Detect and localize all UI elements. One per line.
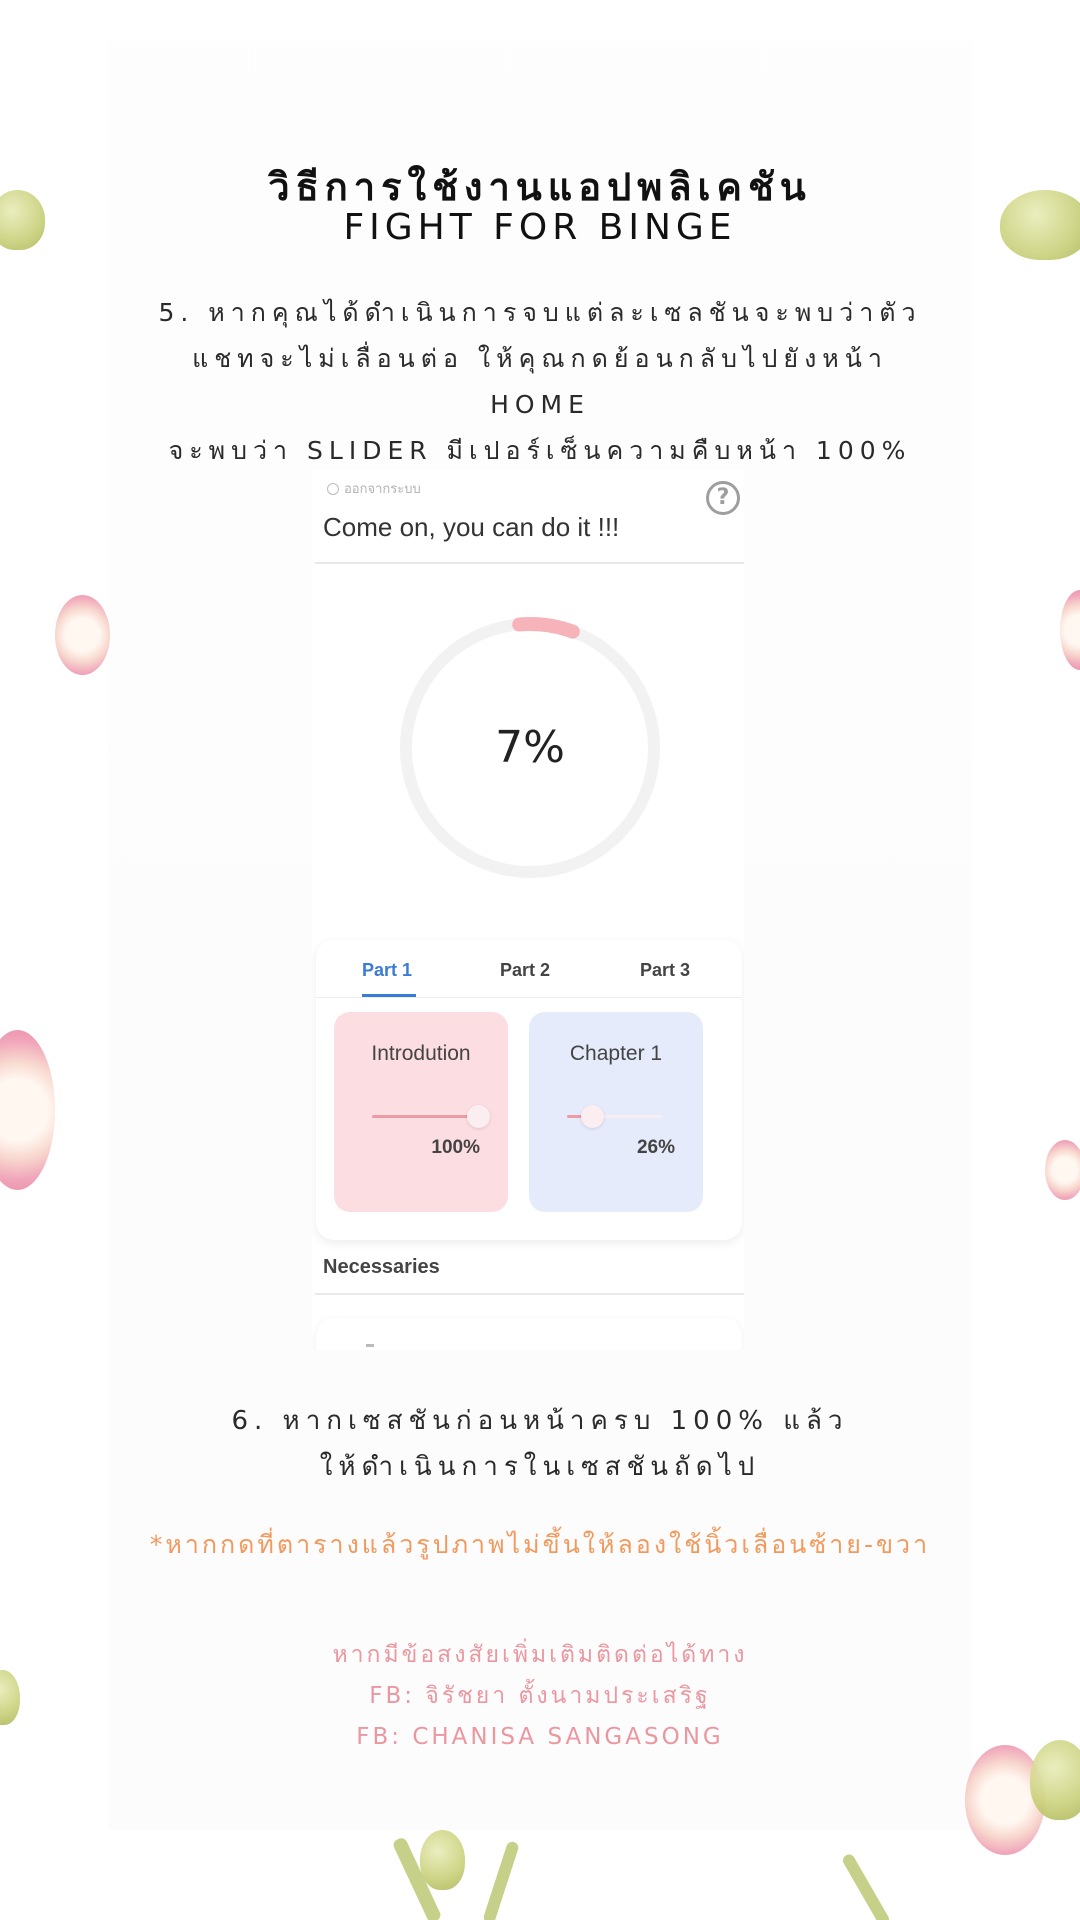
- session-tile-introduction[interactable]: Introdution 100%: [334, 1012, 508, 1212]
- carnation-decoration: [0, 1030, 55, 1190]
- session-percent: 26%: [636, 1137, 675, 1158]
- session-percent: 100%: [431, 1137, 480, 1158]
- instruction-line: ให้ดำเนินการในเซสชันถัดไป: [319, 1452, 761, 1482]
- contact-line: FB: CHANISA SANGASONG: [356, 1724, 724, 1750]
- help-button[interactable]: ?: [706, 481, 740, 515]
- active-tab-indicator: [362, 994, 416, 997]
- instruction-line: 6. หากเซสชันก่อนหน้าครบ 100% แล้ว: [231, 1406, 849, 1436]
- carnation-decoration: [55, 595, 110, 675]
- progress-slider-knob[interactable]: [580, 1105, 604, 1128]
- logout-label: ออกจากระบบ: [344, 482, 421, 497]
- contact-line: หากมีข้อสงสัยเพิ่มเติมติดต่อได้ทาง: [332, 1642, 748, 1668]
- overall-progress-ring: 7%: [397, 615, 663, 881]
- logout-link[interactable]: ออกจากระบบ: [327, 478, 421, 499]
- parts-card: Part 1 Part 2 Part 3 Introdution 100% Ch…: [316, 940, 742, 1240]
- instruction-line: แชทจะไม่เลื่อนต่อ ให้คุณกดย้อนกลับไปยังห…: [192, 344, 888, 373]
- progress-slider-track: [372, 1115, 478, 1118]
- progress-slider-knob[interactable]: [467, 1105, 490, 1128]
- part-tabs: Part 1 Part 2 Part 3: [316, 940, 742, 998]
- divider: [315, 562, 744, 564]
- app-screenshot: ออกจากระบบ ? Come on, you can do it !!! …: [312, 470, 744, 1350]
- instruction-line: 5. หากคุณได้ดำเนินการจบแต่ละเซลชันจะพบว่…: [158, 298, 922, 327]
- contact-line: FB: จิรัชยา ตั้งนามประเสริฐ: [369, 1683, 711, 1709]
- instruction-line: HOME: [490, 390, 590, 419]
- session-name: Introdution: [371, 1042, 471, 1065]
- tab-part-2[interactable]: Part 2: [500, 960, 550, 981]
- stem-decoration: [840, 1852, 892, 1920]
- session-name: Chapter 1: [569, 1042, 663, 1065]
- carnation-decoration: [1045, 1140, 1080, 1200]
- divider: [315, 1293, 744, 1295]
- tab-part-3[interactable]: Part 3: [640, 960, 690, 981]
- overall-progress-percent: 7%: [495, 722, 565, 773]
- hint-note: *หากกดที่ตารางแล้วรูปภาพไม่ขึ้นให้ลองใช้…: [149, 1530, 931, 1559]
- necessaries-card[interactable]: [316, 1318, 742, 1350]
- page-title-english: FIGHT FOR BINGE: [343, 207, 737, 248]
- instruction-step-5: 5. หากคุณได้ดำเนินการจบแต่ละเซลชันจะพบว่…: [120, 290, 960, 474]
- session-tile-chapter-1[interactable]: Chapter 1 26%: [529, 1012, 703, 1212]
- flower-bud-decoration: [420, 1830, 465, 1890]
- logout-icon: [327, 482, 339, 495]
- tab-part-1[interactable]: Part 1: [362, 960, 412, 981]
- card-placeholder-mark: [366, 1344, 374, 1347]
- instruction-line: จะพบว่า SLIDER มีเปอร์เซ็นความคืบหน้า 10…: [168, 436, 912, 465]
- section-title-necessaries: Necessaries: [323, 1256, 440, 1278]
- carnation-decoration: [1060, 590, 1080, 670]
- instruction-step-6: 6. หากเซสชันก่อนหน้าครบ 100% แล้ว ให้ดำเ…: [0, 1398, 1080, 1490]
- contact-info: หากมีข้อสงสัยเพิ่มเติมติดต่อได้ทาง FB: จ…: [0, 1635, 1080, 1758]
- motivation-text: Come on, you can do it !!!: [323, 512, 620, 542]
- stem-decoration: [482, 1840, 520, 1920]
